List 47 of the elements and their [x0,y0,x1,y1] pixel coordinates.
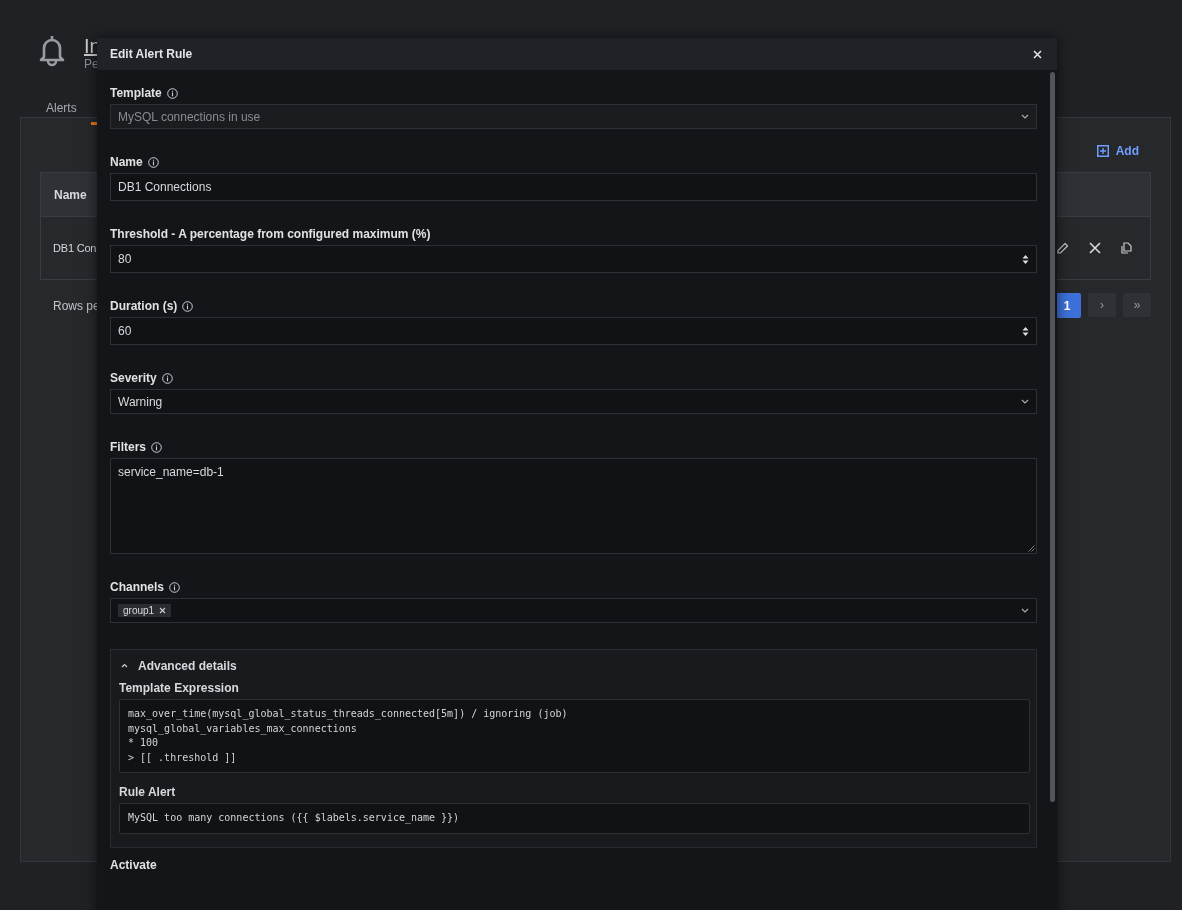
column-header: Name [54,187,87,202]
close-icon[interactable] [1089,242,1101,254]
plus-square-icon [1096,145,1109,157]
textarea-field[interactable]: service_name=db-1 [110,458,1037,554]
chevron-down-icon [1021,608,1029,613]
chevron-icon [121,663,128,668]
pencil-icon[interactable] [1056,241,1069,255]
modal-title: Edit Alert Rule [110,47,193,61]
add-button[interactable]: Add [1096,142,1139,160]
next-page-button[interactable]: › [1088,293,1116,317]
channel-tag: group1 [118,604,172,617]
scrollbar-thumb[interactable] [1050,72,1055,802]
field-label: Channels [110,580,164,594]
chevron-down-icon [1021,114,1029,119]
field-label: Severity [110,371,157,385]
tab[interactable]: Alerts [46,101,77,125]
rule-alert-code: MySQL too many connections ({{ $labels.service_name }}) [119,803,1030,834]
info-icon[interactable] [161,372,173,384]
template-expression-label: Template Expression [119,681,239,695]
last-page-button[interactable]: » [1123,293,1151,317]
info-icon[interactable] [169,581,180,593]
close-icon[interactable] [1033,49,1042,59]
field-label: Threshold - A percentage from configured maximum (%) [110,227,431,241]
table-cell: DB1 Con [53,242,97,254]
text-field[interactable]: DB1 Connections [110,173,1037,201]
rule-alert-label: Rule Alert [119,785,176,799]
remove-icon[interactable] [159,607,167,614]
field-label: Template [110,86,162,100]
info-icon[interactable] [151,441,162,453]
info-icon[interactable] [182,300,194,312]
copy-icon[interactable] [1121,242,1132,254]
field-label: Name [110,155,143,169]
field-label: Activate [110,857,157,872]
bell-icon [38,33,66,67]
spinner-icon[interactable] [1022,325,1029,337]
advanced-details-toggle[interactable]: Advanced details [119,650,1030,681]
template-expression-code: max_over_time(mysql_global_status_threads_connected[5m]) / ignoring (job) mysql_global_variables_max_connections * 100 > [[ .threshold ]] [119,699,1030,773]
field-label: Filters [110,440,146,454]
info-icon[interactable] [147,156,159,168]
field-label: Duration (s) [110,299,178,313]
multiselect-field[interactable]: group1 [110,598,1037,623]
resize-grip-icon[interactable] [1028,545,1035,552]
select-field[interactable]: Warning [110,389,1037,414]
chevron-down-icon [1021,399,1029,404]
spinner-icon[interactable] [1022,253,1029,265]
number-field[interactable]: 60 [110,317,1037,345]
number-field[interactable]: 80 [110,245,1037,273]
